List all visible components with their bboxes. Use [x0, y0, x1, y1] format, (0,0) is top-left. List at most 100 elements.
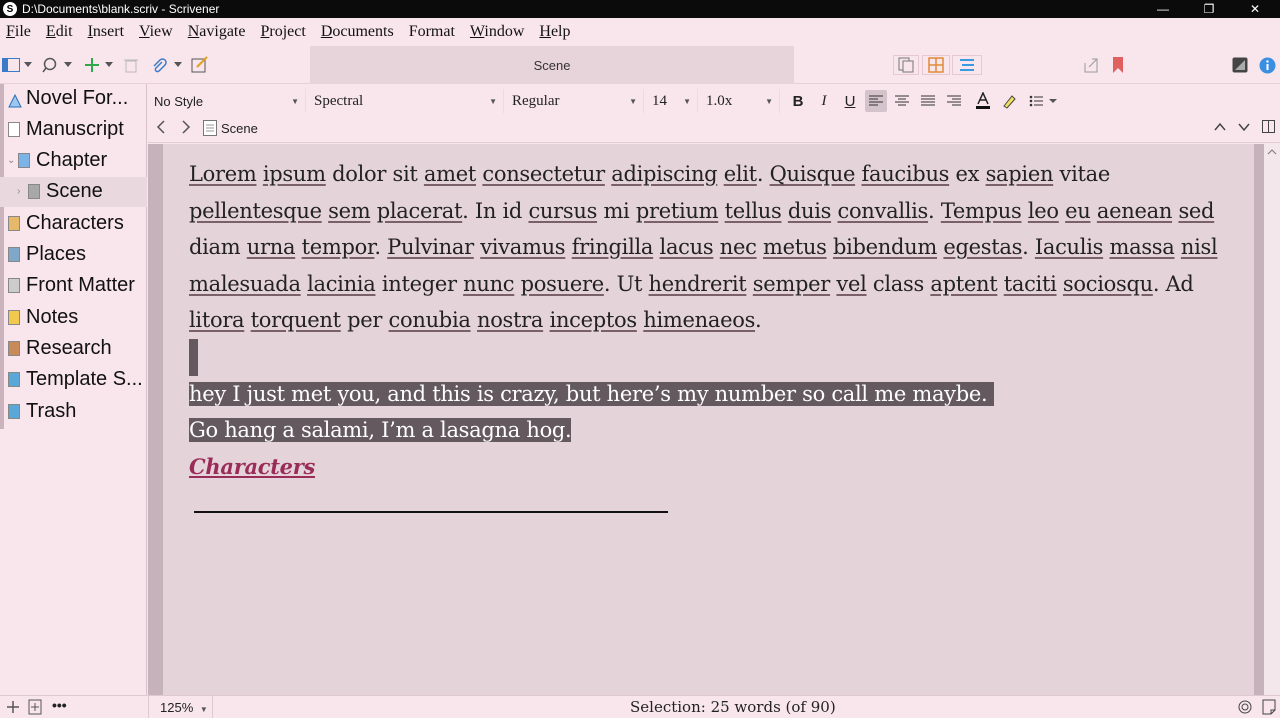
text-color-button[interactable]	[972, 90, 994, 112]
corkboard-view-icon[interactable]	[922, 55, 950, 75]
add-folder-icon[interactable]	[6, 700, 20, 717]
menu-format[interactable]: Format	[409, 23, 455, 41]
empty-selected-line[interactable]	[189, 338, 1239, 376]
selected-line-2[interactable]: Go hang a salami, I’m a lasagna hog.	[189, 412, 1239, 449]
menu-mnemonic: E	[45, 23, 56, 40]
forward-arrow-icon[interactable]	[181, 120, 191, 137]
binder-item-places[interactable]: Places	[0, 240, 147, 270]
add-icon[interactable]	[84, 55, 100, 75]
quick-edit-icon[interactable]	[191, 55, 209, 75]
style-select[interactable]: No Style ▼	[148, 89, 306, 113]
editor-text[interactable]: Lorem ipsum dolor sit amet consectetur a…	[189, 156, 1239, 485]
menu-view[interactable]: View	[139, 23, 173, 41]
selected-line-1[interactable]: hey I just met you, and this is crazy, b…	[189, 376, 1239, 413]
search-icon[interactable]	[42, 55, 60, 75]
binder-item-characters[interactable]: Characters	[0, 208, 147, 238]
inspector-info-icon[interactable]	[1259, 55, 1276, 75]
binder-item-front-matter[interactable]: Front Matter	[0, 271, 147, 301]
menu-file[interactable]: File	[6, 23, 31, 41]
font-value: Spectral	[314, 92, 364, 109]
selected-text-line-2[interactable]: Go hang a salami, I’m a lasagna hog.	[189, 418, 572, 442]
chevron-down-icon[interactable]	[105, 55, 113, 75]
chevron-down-icon[interactable]	[24, 55, 32, 75]
close-button[interactable]: ✕	[1232, 0, 1278, 18]
menu-label: avigate	[199, 23, 246, 40]
misspelled-word: Lorem	[189, 162, 257, 186]
chevron-right-icon[interactable]: ›	[17, 186, 20, 197]
menu-edit[interactable]: Edit	[46, 23, 73, 41]
trash-toolbar-icon[interactable]	[123, 55, 139, 75]
zoom-value: 125%	[160, 700, 194, 715]
align-right-button[interactable]	[943, 90, 965, 112]
weight-value: Regular	[512, 92, 560, 109]
characters-link[interactable]: Characters	[189, 454, 315, 479]
binder-item-trash[interactable]: Trash	[0, 396, 147, 426]
paragraph-lorem[interactable]: Lorem ipsum dolor sit amet consectetur a…	[189, 156, 1239, 339]
binder-item-template-s[interactable]: Template S...	[0, 365, 147, 395]
binder-item-novel-for[interactable]: Novel For...	[0, 83, 147, 113]
previous-document-icon[interactable]	[1214, 120, 1226, 135]
misspelled-word: Pulvinar	[387, 235, 474, 259]
next-document-icon[interactable]	[1238, 120, 1250, 135]
align-center-button[interactable]	[891, 90, 913, 112]
composition-mode-icon[interactable]	[1232, 55, 1248, 75]
binder-item-manuscript[interactable]: Manuscript	[0, 114, 147, 144]
misspelled-word: adipiscing	[611, 162, 718, 186]
chevron-down-icon[interactable]	[174, 55, 182, 75]
chevron-down-icon[interactable]	[64, 55, 72, 75]
minimize-button[interactable]: —	[1140, 0, 1186, 18]
zoom-select[interactable]: 125% ▼	[160, 700, 208, 715]
menu-navigate[interactable]: Navigate	[188, 23, 246, 41]
add-document-icon[interactable]	[28, 699, 42, 718]
share-icon[interactable]	[1083, 55, 1099, 75]
menu-documents[interactable]: Documents	[321, 23, 394, 41]
attachment-icon[interactable]	[151, 55, 167, 75]
header-document-title[interactable]: Scene	[221, 121, 258, 136]
menu-label: indow	[484, 23, 525, 40]
menu-label: ile	[14, 23, 31, 40]
menu-help[interactable]: Help	[539, 23, 570, 41]
link-line[interactable]: Characters	[189, 449, 1239, 486]
editor-pane[interactable]: Lorem ipsum dolor sit amet consectetur a…	[148, 144, 1280, 695]
split-editor-icon[interactable]	[1262, 120, 1275, 136]
selected-text-line-1[interactable]: hey I just met you, and this is crazy, b…	[189, 381, 994, 406]
binder-item-label: Trash	[26, 399, 77, 422]
spacing-value: 1.0x	[706, 92, 733, 109]
binder-item-scene[interactable]: › Scene	[0, 176, 147, 207]
text-run: dolor sit	[325, 162, 424, 186]
more-options-icon[interactable]: •••	[52, 697, 67, 713]
align-left-button[interactable]	[865, 90, 887, 112]
editor-scrollbar[interactable]	[1264, 144, 1280, 695]
editor-page-margin-left	[148, 144, 163, 695]
menu-window[interactable]: Window	[470, 23, 524, 41]
scroll-up-arrow-icon[interactable]	[1264, 146, 1280, 158]
scrivenings-view-icon[interactable]	[893, 55, 919, 75]
bookmark-icon[interactable]	[1112, 55, 1124, 75]
chevron-down-icon: ▼	[629, 96, 637, 106]
align-justify-button[interactable]	[917, 90, 939, 112]
chevron-down-icon[interactable]: ⌄	[7, 155, 15, 166]
restore-button[interactable]: ❐	[1186, 0, 1232, 18]
font-select[interactable]: Spectral ▼	[308, 89, 504, 113]
outliner-view-icon[interactable]	[952, 55, 982, 75]
toolbar-document-title: Scene	[533, 57, 571, 73]
highlight-button[interactable]	[998, 90, 1020, 112]
line-spacing-select[interactable]: 1.0x ▼	[700, 89, 780, 113]
document-notes-icon[interactable]	[1262, 699, 1276, 718]
italic-button[interactable]: I	[813, 90, 835, 112]
binder-item-research[interactable]: Research	[0, 333, 147, 363]
bold-button[interactable]: B	[787, 90, 809, 112]
binder-toggle-icon[interactable]	[2, 55, 20, 75]
binder-item-notes[interactable]: Notes	[0, 302, 147, 332]
underline-button[interactable]: U	[839, 90, 861, 112]
binder-item-label: Scene	[46, 180, 103, 203]
front-matter-icon	[8, 278, 20, 294]
back-arrow-icon[interactable]	[156, 120, 166, 137]
target-icon[interactable]	[1238, 700, 1252, 717]
menu-insert[interactable]: Insert	[88, 23, 124, 41]
font-weight-select[interactable]: Regular ▼	[506, 89, 644, 113]
font-size-select[interactable]: 14 ▼	[646, 89, 698, 113]
menu-project[interactable]: Project	[260, 23, 305, 41]
binder-item-chapter[interactable]: ⌄ Chapter	[0, 146, 147, 176]
list-button[interactable]	[1026, 90, 1060, 112]
